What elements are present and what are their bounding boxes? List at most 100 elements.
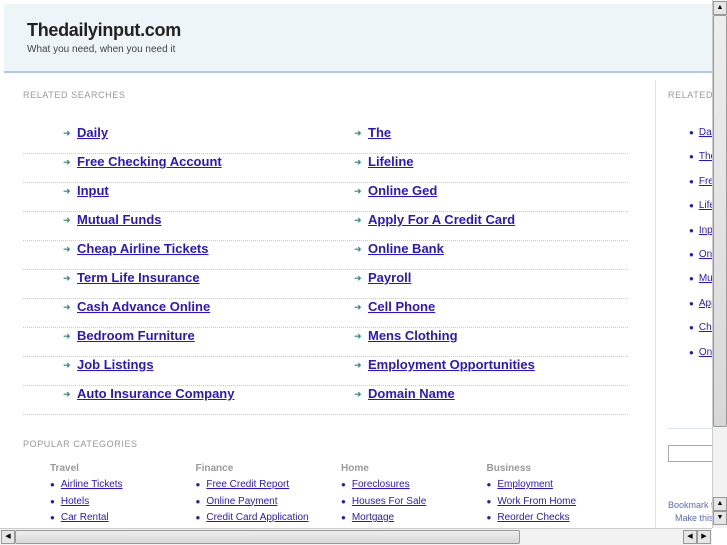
bullet-icon: ● xyxy=(486,496,492,506)
scroll-down-button[interactable]: ▼ xyxy=(713,511,727,525)
category-item: ● Mortgage xyxy=(341,512,481,528)
arrow-icon: ➜ xyxy=(63,389,71,399)
sidebar-link[interactable]: Lifeline xyxy=(699,200,712,211)
related-row: ➜ Term Life Insurance ➜ Payroll xyxy=(23,270,628,299)
category-item: ● Online Payment xyxy=(196,496,336,513)
vertical-scroll-thumb[interactable] xyxy=(713,15,727,427)
related-link-right[interactable]: Apply For A Credit Card xyxy=(368,212,515,227)
sidebar-item: ● The xyxy=(689,151,712,162)
scroll-right-button[interactable]: ▶ xyxy=(697,530,711,544)
related-link-left[interactable]: Job Listings xyxy=(77,357,154,372)
bullet-icon: ● xyxy=(689,274,694,284)
category-item: ● Car Rental xyxy=(50,512,190,528)
bookmark-link[interactable]: Bookmark this page xyxy=(668,500,712,510)
bullet-icon: ● xyxy=(341,496,346,506)
category-heading: Finance xyxy=(195,463,234,474)
related-link-right[interactable]: Mens Clothing xyxy=(368,328,458,343)
sidebar-link[interactable]: Mutual Funds xyxy=(699,273,712,284)
sidebar-link[interactable]: Online Bank xyxy=(699,347,712,358)
scroll-left-button-right[interactable]: ◀ xyxy=(683,530,697,544)
category-heading: Travel xyxy=(50,463,79,474)
sidebar-item: ● Online Ged xyxy=(689,249,712,260)
bullet-icon: ● xyxy=(689,176,694,186)
related-row: ➜ Cash Advance Online ➜ Cell Phone xyxy=(23,299,628,328)
related-link-right[interactable]: Online Bank xyxy=(368,241,444,256)
category-link[interactable]: Work From Home xyxy=(497,496,576,507)
related-row: ➜ Free Checking Account ➜ Lifeline xyxy=(23,154,628,183)
category-item: ● Credit Card Application xyxy=(196,512,336,528)
bullet-icon: ● xyxy=(341,513,346,522)
site-title[interactable]: Thedailyinput.com xyxy=(27,20,181,41)
category-link[interactable]: Airline Tickets xyxy=(61,479,123,490)
sidebar-link[interactable]: Cheap Airline Tickets xyxy=(699,322,712,333)
tagline: What you need, when you need it xyxy=(27,44,176,55)
category-item: ● Work From Home xyxy=(487,496,627,513)
related-link-left[interactable]: Mutual Funds xyxy=(77,212,162,227)
related-link-left[interactable]: Term Life Insurance xyxy=(77,270,200,285)
horizontal-scrollbar[interactable]: ◀ ◀ ▶ xyxy=(0,528,712,545)
sidebar-link[interactable]: Online Ged xyxy=(699,249,712,260)
arrow-icon: ➜ xyxy=(63,244,71,254)
category-heading: Home xyxy=(341,463,369,474)
vertical-scrollbar[interactable]: ▲ ▲ ▼ xyxy=(712,0,727,528)
category-link[interactable]: Free Credit Report xyxy=(206,479,289,490)
arrow-icon: ➜ xyxy=(63,331,71,341)
category-link[interactable]: Online Payment xyxy=(206,496,277,507)
related-link-right[interactable]: Employment Opportunities xyxy=(368,357,535,372)
horizontal-scroll-thumb[interactable] xyxy=(15,530,520,544)
related-link-right[interactable]: Online Ged xyxy=(368,183,437,198)
category-item: ● Hotels xyxy=(50,496,190,513)
sidebar-item: ● Lifeline xyxy=(689,200,712,211)
bullet-icon: ● xyxy=(689,323,694,333)
category-link[interactable]: Hotels xyxy=(61,496,89,507)
column-divider xyxy=(655,80,656,528)
header: Thedailyinput.com What you need, when yo… xyxy=(4,4,712,73)
category-link[interactable]: Car Rental xyxy=(61,512,109,523)
scroll-up-button-lower[interactable]: ▲ xyxy=(713,497,727,511)
related-link-right[interactable]: Cell Phone xyxy=(368,299,435,314)
related-link-left[interactable]: Cheap Airline Tickets xyxy=(77,241,209,256)
related-link-right[interactable]: Lifeline xyxy=(368,154,414,169)
scroll-up-button[interactable]: ▲ xyxy=(713,1,727,15)
category-link[interactable]: Employment xyxy=(497,479,553,490)
arrow-icon: ➜ xyxy=(63,273,71,283)
make-homepage-link[interactable]: Make this your homepage xyxy=(675,513,712,523)
related-link-right[interactable]: Payroll xyxy=(368,270,411,285)
related-row: ➜ Auto Insurance Company ➜ Domain Name xyxy=(23,386,628,415)
arrow-icon: ➜ xyxy=(354,360,362,370)
sidebar-link[interactable]: Daily xyxy=(699,127,712,138)
bullet-icon: ● xyxy=(689,201,694,211)
category-link[interactable]: Reorder Checks xyxy=(497,512,569,523)
sidebar-divider xyxy=(668,428,712,429)
related-link-left[interactable]: Free Checking Account xyxy=(77,154,222,169)
related-link-left[interactable]: Auto Insurance Company xyxy=(77,386,234,401)
page-viewport: Thedailyinput.com What you need, when yo… xyxy=(0,0,712,528)
category-link[interactable]: Mortgage xyxy=(352,512,394,523)
category-heading: Business xyxy=(486,463,531,474)
related-link-right[interactable]: Domain Name xyxy=(368,386,455,401)
category-item: ● Employment xyxy=(487,479,627,496)
category-link[interactable]: Foreclosures xyxy=(352,479,410,490)
arrow-icon: ➜ xyxy=(63,186,71,196)
sidebar-search-input[interactable] xyxy=(668,445,712,462)
category-link[interactable]: Houses For Sale xyxy=(352,496,426,507)
sidebar-item: ● Free Checking Account xyxy=(689,176,712,187)
category-link[interactable]: Credit Card Application xyxy=(206,512,308,523)
related-link-left[interactable]: Input xyxy=(77,183,109,198)
sidebar-link[interactable]: Free Checking Account xyxy=(699,176,712,187)
bullet-icon: ● xyxy=(341,480,346,489)
sidebar-item: ● Daily xyxy=(689,127,712,138)
scroll-left-button[interactable]: ◀ xyxy=(1,530,15,544)
related-link-left[interactable]: Daily xyxy=(77,125,108,140)
category-travel: Travel ● Airline Tickets ● Hotels ● Car Rental xyxy=(50,463,190,528)
sidebar-item: ● Online Bank xyxy=(689,347,712,358)
related-link-left[interactable]: Cash Advance Online xyxy=(77,299,210,314)
bullet-icon: ● xyxy=(195,513,201,522)
related-link-left[interactable]: Bedroom Furniture xyxy=(77,328,195,343)
related-link-right[interactable]: The xyxy=(368,125,391,140)
sidebar-link[interactable]: Input xyxy=(699,225,712,236)
arrow-icon: ➜ xyxy=(354,273,362,283)
related-row: ➜ Daily ➜ The xyxy=(23,125,628,154)
sidebar-link[interactable]: The xyxy=(699,151,712,162)
sidebar-link[interactable]: Apply For A Credit Card xyxy=(699,298,712,309)
